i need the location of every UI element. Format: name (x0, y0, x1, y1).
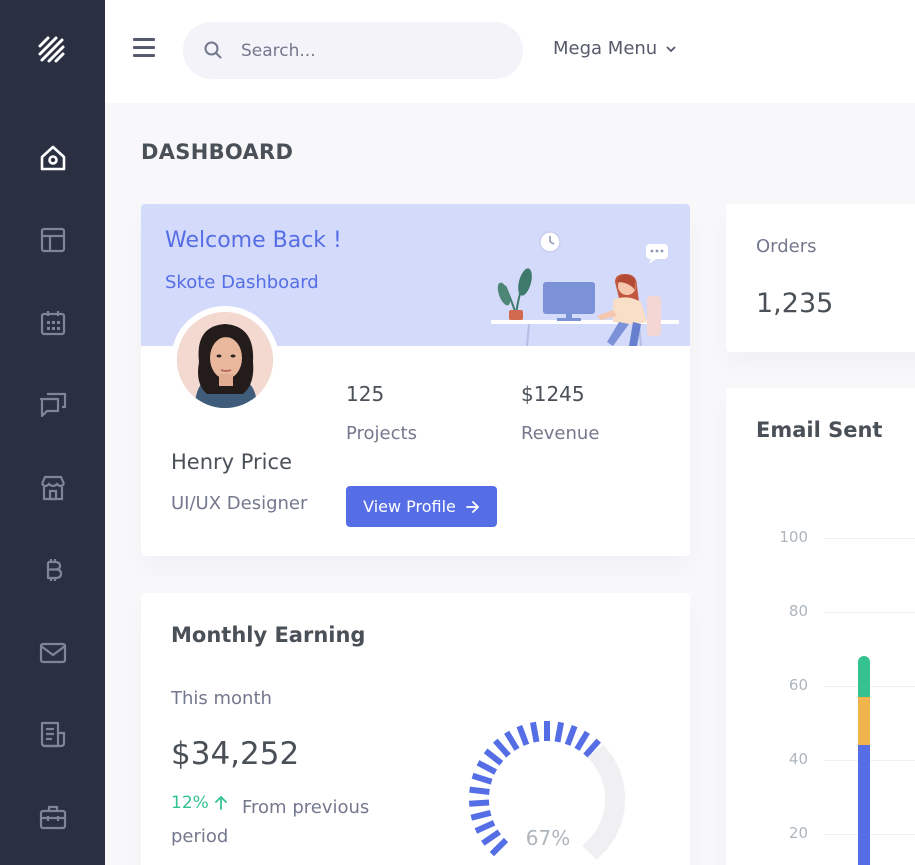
orders-card: Orders 1,235 (726, 204, 915, 352)
avatar-photo (177, 312, 273, 408)
welcome-subtitle: Skote Dashboard (165, 272, 319, 293)
email-sent-title: Email Sent (756, 418, 883, 442)
gauge-tick (604, 794, 626, 812)
gauge-tick (470, 809, 492, 821)
revenue-value: $1245 (521, 382, 585, 406)
gauge-tick (504, 730, 520, 751)
sidebar-item-layouts[interactable] (36, 223, 70, 257)
mega-menu-label: Mega Menu (553, 38, 658, 59)
gauge-tick (476, 760, 498, 775)
monthly-earning-card: Monthly Earning This month $34,252 12% F… (141, 593, 690, 865)
sidebar-item-ecommerce[interactable] (36, 471, 70, 505)
change-text-line1: From previous (242, 797, 370, 818)
y-tick-label: 40 (788, 750, 808, 768)
projects-value: 125 (346, 382, 385, 406)
view-profile-label: View Profile (363, 497, 456, 516)
change-percentage: 12% (171, 793, 227, 813)
email-sent-card: Email Sent 100 80 60 40 20 (726, 388, 915, 865)
gauge-tick (582, 834, 608, 860)
gauge-tick (493, 738, 511, 758)
layout-icon (40, 227, 66, 253)
home-icon (40, 145, 66, 171)
gauge-tick (483, 748, 504, 766)
gauge-tick (489, 837, 509, 857)
projects-label: Projects (346, 423, 417, 444)
change-text-line2: period (171, 826, 229, 847)
gauge-tick (603, 781, 626, 800)
gauge-tick (599, 768, 624, 790)
sidebar-item-invoices[interactable] (36, 718, 70, 752)
gauge-tick (574, 730, 590, 751)
search-box (183, 22, 523, 79)
arrow-right-icon (466, 500, 479, 513)
profile-illustration (491, 231, 679, 346)
sidebar-item-calendar[interactable] (36, 306, 70, 340)
avatar[interactable] (171, 306, 279, 414)
sidebar-item-projects[interactable] (36, 801, 70, 835)
chevron-down-icon (666, 45, 676, 52)
grid-line (824, 538, 915, 539)
sidebar-item-email[interactable] (36, 636, 70, 670)
arrow-up-icon (214, 796, 227, 810)
orders-value: 1,235 (756, 288, 834, 319)
mail-icon (39, 642, 67, 664)
menu-toggle-button[interactable] (133, 38, 157, 62)
y-tick-label: 60 (788, 676, 808, 694)
gauge-tick (529, 721, 540, 743)
invoice-icon (40, 721, 66, 748)
calendar-icon (40, 311, 66, 336)
profile-name: Henry Price (171, 450, 292, 474)
mega-menu-dropdown[interactable]: Mega Menu (553, 38, 677, 59)
bar-segment[interactable] (858, 745, 870, 865)
topbar: Mega Menu (105, 0, 915, 103)
search-icon (204, 41, 222, 59)
sidebar-item-crypto[interactable] (36, 553, 70, 587)
chat-icon (39, 392, 67, 418)
y-tick-label: 20 (788, 824, 808, 842)
gauge-tick (471, 772, 493, 785)
page-title: DASHBOARD (141, 140, 294, 164)
bitcoin-icon (46, 559, 63, 581)
gauge-label: 67% (526, 826, 570, 850)
logo-icon[interactable] (36, 34, 68, 66)
search-input[interactable] (241, 36, 501, 66)
view-profile-button[interactable]: View Profile (346, 486, 497, 527)
store-icon (40, 475, 66, 501)
bar-segment[interactable] (858, 697, 870, 746)
gauge-tick (554, 721, 565, 743)
briefcase-icon (39, 805, 67, 830)
sidebar-item-home[interactable] (36, 141, 70, 175)
gauge-tick (481, 829, 501, 846)
profile-role: UI/UX Designer (171, 493, 308, 514)
sidebar (0, 0, 105, 865)
orders-label: Orders (756, 236, 817, 257)
revenue-label: Revenue (521, 423, 600, 444)
earning-amount: $34,252 (171, 736, 300, 772)
gauge-tick (474, 820, 496, 834)
sidebar-item-chat[interactable] (36, 388, 70, 422)
bar-segment[interactable] (858, 656, 870, 698)
gauge-tick (468, 799, 490, 807)
gauge-tick (516, 725, 530, 746)
welcome-card: Welcome Back ! Skote Dashboard Henry Pri… (141, 204, 690, 556)
y-tick-label: 100 (779, 528, 808, 546)
gauge-tick (564, 725, 578, 746)
gauge-tick (469, 786, 490, 795)
monthly-earning-title: Monthly Earning (171, 623, 366, 647)
change-pct-value: 12% (171, 793, 209, 813)
grid-line (824, 612, 915, 613)
y-tick-label: 80 (788, 602, 808, 620)
welcome-title: Welcome Back ! (165, 228, 342, 253)
period-label: This month (171, 688, 272, 709)
change-description: From previous period (171, 793, 482, 851)
earning-gauge: 67% (468, 721, 626, 860)
